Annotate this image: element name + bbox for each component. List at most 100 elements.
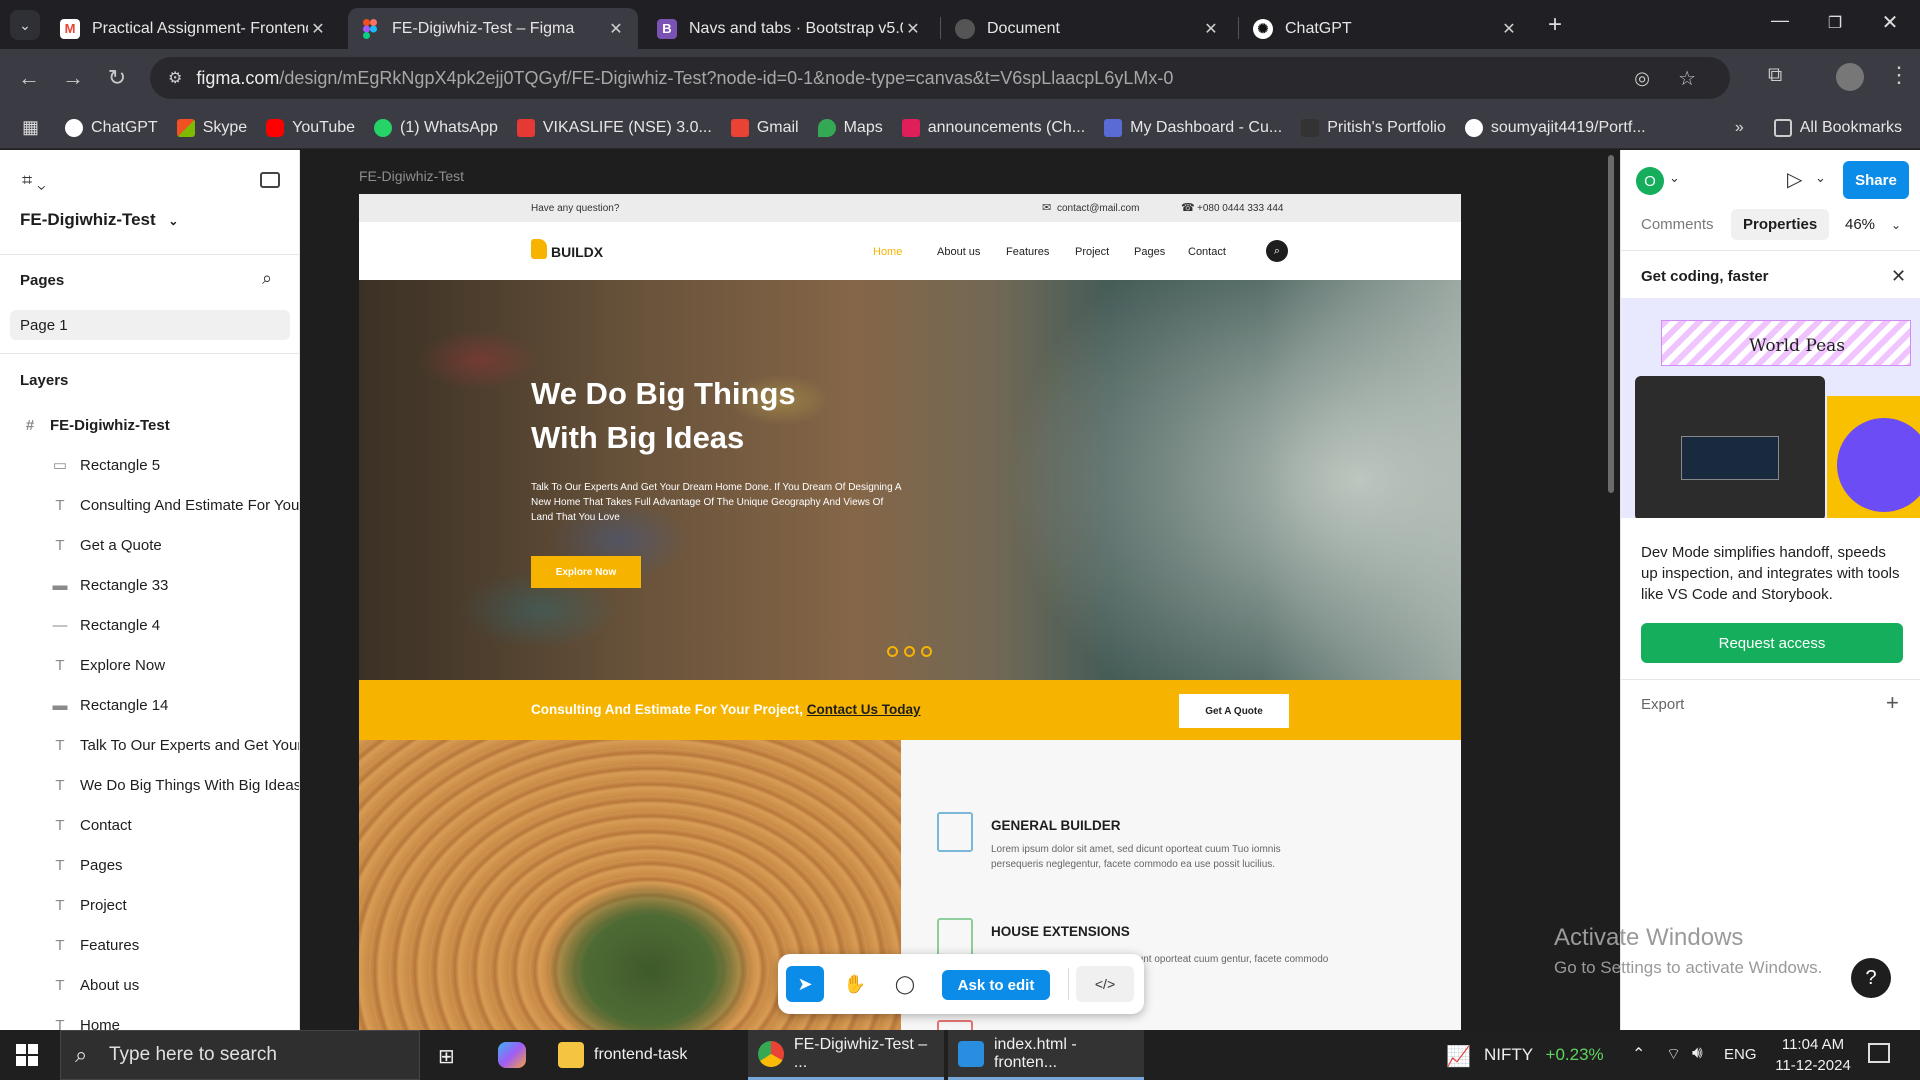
volume-icon[interactable]: 🔊︎ (1692, 1043, 1703, 1063)
bookmark-portfolio[interactable]: Pritish's Portfolio (1301, 118, 1446, 137)
copilot-icon[interactable] (498, 1042, 526, 1068)
apps-grid-icon[interactable]: ▦ (22, 117, 39, 138)
move-tool-button[interactable]: ➤ (786, 966, 824, 1002)
share-button[interactable]: Share (1843, 161, 1909, 199)
layer-frame[interactable]: # FE-Digiwhiz-Test (0, 405, 299, 445)
page-item-1[interactable]: Page 1 (10, 310, 290, 340)
github-icon (1464, 118, 1483, 137)
request-access-button[interactable]: Request access (1641, 623, 1903, 663)
layer-row[interactable]: T Get a Quote (0, 525, 299, 565)
layer-row[interactable]: ▬ Rectangle 14 (0, 685, 299, 725)
chevron-down-icon[interactable]: ⌄ (1815, 170, 1826, 186)
stock-ticker[interactable]: NIFTY +0.23% (1484, 1045, 1604, 1065)
eye-off-icon[interactable]: ◎ (1634, 68, 1650, 89)
close-tab-icon[interactable]: ✕ (1499, 19, 1519, 39)
close-icon[interactable]: ✕ (1891, 266, 1906, 287)
back-button[interactable]: ← (14, 63, 44, 93)
close-tab-icon[interactable]: ✕ (1201, 19, 1221, 39)
bookmark-slack[interactable]: announcements (Ch... (901, 118, 1085, 137)
close-tab-icon[interactable]: ✕ (606, 19, 626, 39)
layer-row[interactable]: T We Do Big Things With Big Ideas (0, 765, 299, 805)
design-canvas[interactable]: FE-Digiwhiz-Test Have any question? ✉ co… (301, 150, 1619, 1030)
tray-chevron-icon[interactable]: ⌃ (1632, 1044, 1645, 1064)
forward-button[interactable]: → (58, 63, 88, 93)
layer-row[interactable]: T Home (0, 1005, 299, 1031)
bookmark-star-icon[interactable]: ☆ (1678, 66, 1696, 91)
more-bookmarks-icon[interactable]: » (1735, 119, 1744, 137)
comment-tool-button[interactable]: ◯ (886, 966, 924, 1002)
layer-row[interactable]: T Features (0, 925, 299, 965)
browser-tab-document[interactable]: Document ✕ (943, 8, 1233, 49)
bookmark-gmail[interactable]: Gmail (730, 118, 799, 137)
new-tab-button[interactable]: + (1540, 12, 1570, 40)
bookmark-skype[interactable]: Skype (176, 118, 247, 137)
close-tab-icon[interactable]: ✕ (308, 19, 328, 39)
close-window-button[interactable]: ✕ (1870, 10, 1910, 40)
bookmark-dashboard[interactable]: My Dashboard - Cu... (1104, 118, 1282, 137)
help-button[interactable]: ? (1851, 958, 1891, 998)
notifications-icon[interactable] (1868, 1043, 1890, 1063)
layer-row[interactable]: — Rectangle 4 (0, 605, 299, 645)
layer-row[interactable]: ▭ Rectangle 5 (0, 445, 299, 485)
file-name[interactable]: FE-Digiwhiz-Test ⌄ (20, 210, 178, 230)
bookmark-github[interactable]: soumyajit4419/Portf... (1464, 118, 1646, 137)
close-tab-icon[interactable]: ✕ (903, 19, 923, 39)
clock[interactable]: 11:04 AM 11-12-2024 (1770, 1034, 1856, 1076)
youtube-icon (266, 118, 285, 137)
hand-tool-button[interactable]: ✋ (836, 966, 874, 1002)
taskbar-search-box[interactable]: ⌕ Type here to search (60, 1030, 420, 1080)
bookmark-maps[interactable]: Maps (817, 118, 883, 137)
browser-tab-gmail[interactable]: M Practical Assignment- Frontend ✕ (48, 8, 340, 49)
layer-row[interactable]: T Project (0, 885, 299, 925)
toggle-sidebar-icon[interactable] (260, 172, 280, 188)
site-info-icon[interactable]: ⚙ (168, 68, 182, 88)
reload-button[interactable]: ↻ (102, 63, 132, 93)
url-field[interactable]: ⚙ figma.com/design/mEgRkNgpX4pk2ejj0TQGy… (150, 57, 1730, 99)
tab-comments[interactable]: Comments (1641, 216, 1714, 233)
user-avatar[interactable]: O (1636, 167, 1664, 195)
all-bookmarks-folder[interactable]: All Bookmarks (1773, 118, 1902, 137)
chevron-down-icon[interactable]: ⌄ (1891, 218, 1901, 232)
logo-icon (531, 239, 547, 259)
network-icon[interactable]: ⌔ (1666, 1044, 1681, 1064)
profile-avatar[interactable] (1836, 63, 1864, 91)
search-icon[interactable]: ⌕ (262, 268, 272, 289)
taskbar-app-explorer[interactable]: frontend-task (548, 1030, 738, 1080)
layer-row[interactable]: ▬ Rectangle 33 (0, 565, 299, 605)
layer-row[interactable]: T Talk To Our Experts and Get Your (0, 725, 299, 765)
tab-search-dropdown[interactable]: ⌄ (10, 10, 40, 40)
dev-mode-toggle[interactable]: </> (1076, 966, 1134, 1002)
browser-tab-chatgpt[interactable]: ✺ ChatGPT ✕ (1241, 8, 1531, 49)
figma-menu-icon[interactable]: ⌗ ⌄ (22, 170, 46, 191)
chevron-down-icon[interactable]: ⌄ (1669, 170, 1680, 186)
present-play-icon[interactable]: ▷ (1787, 167, 1802, 192)
add-export-icon[interactable]: + (1886, 690, 1899, 716)
frame-label[interactable]: FE-Digiwhiz-Test (359, 168, 464, 184)
language-indicator[interactable]: ENG (1724, 1046, 1757, 1063)
layer-row[interactable]: T Consulting And Estimate For Your (0, 485, 299, 525)
layer-row[interactable]: T Explore Now (0, 645, 299, 685)
bookmark-chatgpt[interactable]: ChatGPT (65, 118, 158, 137)
ask-to-edit-button[interactable]: Ask to edit (942, 970, 1050, 1000)
bookmark-youtube[interactable]: YouTube (266, 118, 355, 137)
restore-button[interactable]: ❐ (1815, 13, 1855, 43)
taskbar-app-chrome[interactable]: FE-Digiwhiz-Test – ... (748, 1030, 944, 1080)
minimize-button[interactable]: — (1760, 10, 1800, 40)
browser-menu-icon[interactable]: ⋮ (1888, 62, 1910, 88)
browser-tab-figma[interactable]: FE-Digiwhiz-Test – Figma ✕ (348, 8, 638, 49)
browser-tab-bootstrap[interactable]: B Navs and tabs · Bootstrap v5.0 ✕ (645, 8, 935, 49)
tab-properties[interactable]: Properties (1731, 209, 1830, 240)
windows-start-icon[interactable] (16, 1044, 38, 1066)
task-view-icon[interactable]: ⊞ (438, 1044, 455, 1069)
zoom-level[interactable]: 46% (1845, 216, 1875, 233)
taskbar-app-vscode[interactable]: index.html - fronten... (948, 1030, 1144, 1080)
extensions-icon[interactable]: ⧉ (1768, 64, 1782, 87)
canvas-scrollbar[interactable] (1608, 155, 1614, 493)
bookmark-whatsapp[interactable]: (1) WhatsApp (374, 118, 498, 137)
layer-row[interactable]: T Pages (0, 845, 299, 885)
website-frame[interactable]: Have any question? ✉ contact@mail.com ☎ … (359, 194, 1461, 1030)
layer-row[interactable]: T Contact (0, 805, 299, 845)
carousel-dot (887, 646, 898, 657)
bookmark-vikaslife[interactable]: VIKASLIFE (NSE) 3.0... (516, 118, 712, 137)
layer-row[interactable]: T About us (0, 965, 299, 1005)
